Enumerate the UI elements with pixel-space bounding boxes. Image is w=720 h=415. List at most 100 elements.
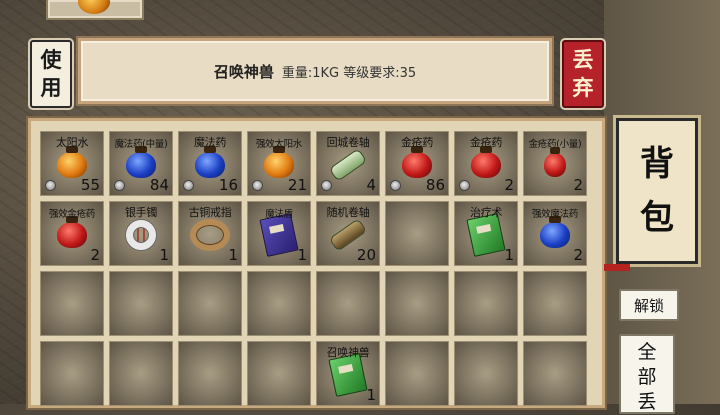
bracelet-icon: [126, 219, 156, 250]
inventory-slot[interactable]: 金疮药(小量) 2: [523, 131, 587, 196]
inventory-slot[interactable]: 治疗术 1: [454, 201, 518, 266]
item-meta: 重量:1KG 等级要求:35: [281, 65, 417, 81]
inventory-slot-empty[interactable]: [454, 341, 518, 406]
scroll-icon: [328, 147, 368, 182]
small-red-potion-icon: [544, 146, 566, 177]
item-info-panel: 召唤神兽 重量:1KG 等级要求:35: [78, 38, 552, 104]
item-count: 86: [425, 176, 445, 194]
item-label: 魔法盾: [265, 209, 293, 220]
inventory-slot-empty[interactable]: [316, 271, 380, 336]
item-label: 强效魔法药: [531, 209, 578, 220]
bag-title-char-1: 背: [640, 144, 674, 184]
inventory-slot-empty[interactable]: [454, 271, 518, 336]
item-count: 1: [504, 246, 514, 264]
item-label: 召唤神兽: [326, 346, 370, 359]
inventory-slot[interactable]: 金疮药 86: [385, 131, 449, 196]
item-count: 4: [366, 176, 376, 194]
inventory-slot-empty[interactable]: [40, 341, 104, 406]
inventory-slot-empty[interactable]: [40, 271, 104, 336]
item-count: 16: [218, 176, 238, 194]
drop-all-char-1: 全: [637, 341, 657, 363]
item-count: 1: [159, 246, 169, 264]
inventory-slot[interactable]: 魔法药 16: [178, 131, 242, 196]
lock-icon: [321, 180, 332, 191]
item-count: 1: [366, 386, 376, 404]
inventory-slot-empty[interactable]: [247, 341, 311, 406]
drop-all-char-2: 部: [637, 366, 657, 388]
ring-icon: [190, 218, 230, 251]
drop-button[interactable]: 丢 弃: [562, 40, 604, 108]
item-label: 金疮药: [469, 136, 503, 149]
inventory-slot-empty[interactable]: [247, 271, 311, 336]
lock-icon: [114, 180, 125, 191]
bag-title: 背 包: [616, 118, 698, 264]
inventory-grid: 太阳水 55 魔法药(中量) 84 魔法药 16 强效太阳水 21 回城卷轴 4 金疮药 86 金疮药 2…: [40, 131, 587, 406]
lock-icon: [459, 180, 470, 191]
inventory-slot-empty[interactable]: [385, 341, 449, 406]
inventory-slot[interactable]: 回城卷轴 4: [316, 131, 380, 196]
lock-icon: [252, 180, 263, 191]
orange-potion-icon: [57, 145, 87, 178]
item-label: 强效金疮药: [48, 209, 95, 220]
item-count: 2: [504, 176, 514, 194]
item-count: 2: [573, 246, 583, 264]
item-count: 21: [287, 176, 307, 194]
inventory-slot-empty[interactable]: [109, 341, 173, 406]
inventory-slot[interactable]: 随机卷轴 20: [316, 201, 380, 266]
item-count: 55: [80, 176, 100, 194]
inventory-panel: 太阳水 55 魔法药(中量) 84 魔法药 16 强效太阳水 21 回城卷轴 4 金疮药 86 金疮药 2…: [28, 118, 605, 408]
bag-title-char-2: 包: [640, 198, 674, 238]
inventory-slot-empty[interactable]: [178, 271, 242, 336]
item-count: 1: [228, 246, 238, 264]
inventory-slot[interactable]: 召唤神兽 1: [316, 341, 380, 406]
lock-icon: [45, 180, 56, 191]
use-button[interactable]: 使 用: [30, 40, 72, 108]
inventory-slot-empty[interactable]: [523, 271, 587, 336]
unlock-button[interactable]: 解锁: [619, 289, 679, 321]
item-label: 随机卷轴: [326, 206, 370, 219]
drop-button-char-1: 丢: [572, 47, 594, 72]
item-label: 魔法药(中量): [114, 139, 168, 150]
inventory-slot[interactable]: 魔法药(中量) 84: [109, 131, 173, 196]
blue-potion-icon: [195, 145, 225, 178]
use-button-char-1: 使: [40, 47, 62, 72]
inventory-slot[interactable]: 魔法盾 1: [247, 201, 311, 266]
item-name: 召唤神兽: [213, 62, 274, 81]
item-label: 魔法药: [193, 136, 227, 149]
item-label: 银手镯: [124, 206, 158, 219]
item-label: 治疗术: [469, 206, 503, 219]
inventory-slot[interactable]: 古铜戒指 1: [178, 201, 242, 266]
inventory-slot[interactable]: 银手镯 1: [109, 201, 173, 266]
red-potion-icon: [402, 145, 432, 178]
top-equipment-slot[interactable]: [46, 0, 144, 20]
item-label: 古铜戒指: [188, 206, 232, 219]
inventory-slot-empty[interactable]: [178, 341, 242, 406]
lock-icon: [390, 180, 401, 191]
inventory-slot[interactable]: 强效魔法药 2: [523, 201, 587, 266]
item-count: 84: [149, 176, 169, 194]
inventory-slot-empty[interactable]: [523, 341, 587, 406]
lock-icon: [183, 180, 194, 191]
blue-potion-icon: [540, 215, 570, 248]
item-label: 太阳水: [55, 136, 89, 149]
item-label: 金疮药: [400, 136, 434, 149]
inventory-slot[interactable]: 强效太阳水 21: [247, 131, 311, 196]
red-potion-icon: [57, 215, 87, 248]
inventory-slot-empty[interactable]: [385, 271, 449, 336]
potion-icon: [78, 0, 110, 14]
item-count: 2: [573, 176, 583, 194]
drop-all-button[interactable]: 全 部 丢: [619, 334, 675, 414]
red-potion-icon: [471, 145, 501, 178]
inventory-slot[interactable]: 强效金疮药 2: [40, 201, 104, 266]
item-label: 金疮药(小量): [528, 139, 582, 150]
item-label: 强效太阳水: [255, 139, 302, 150]
item-count: 1: [297, 246, 307, 264]
use-button-char-2: 用: [40, 75, 62, 100]
blue-potion-icon: [126, 145, 156, 178]
item-label: 回城卷轴: [326, 136, 370, 149]
inventory-slot[interactable]: 金疮药 2: [454, 131, 518, 196]
orange-potion-icon: [264, 145, 294, 178]
inventory-slot-empty[interactable]: [109, 271, 173, 336]
inventory-slot-empty[interactable]: [385, 201, 449, 266]
inventory-slot[interactable]: 太阳水 55: [40, 131, 104, 196]
